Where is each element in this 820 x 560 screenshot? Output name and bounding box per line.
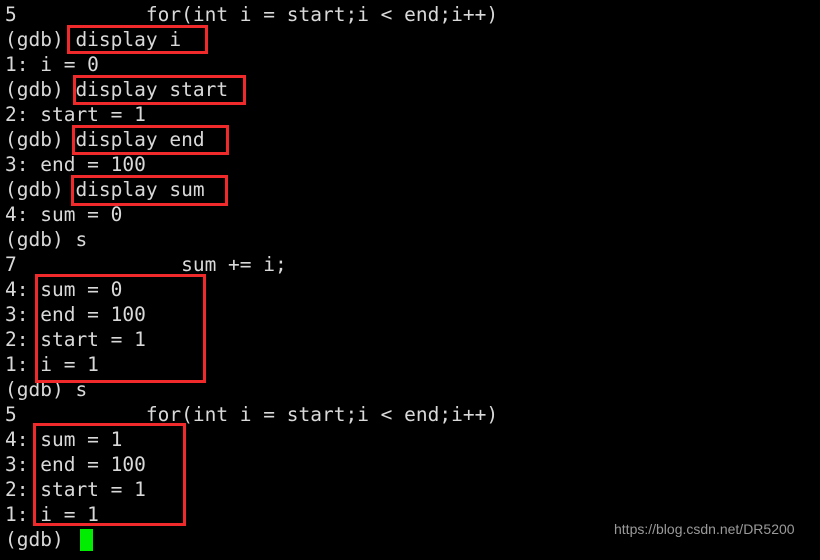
- terminal-line: 1: i = 0: [5, 53, 99, 76]
- terminal-line: 4: sum = 1: [5, 428, 123, 451]
- terminal-line: 5 for(int i = start;i < end;i++): [5, 3, 499, 26]
- terminal-line: 7 sum += i;: [5, 253, 287, 276]
- terminal-line: 3: end = 100: [5, 453, 146, 476]
- text-cursor: [80, 529, 93, 551]
- terminal-line: (gdb) s: [5, 378, 88, 401]
- terminal-line: 4: sum = 0: [5, 203, 123, 226]
- terminal-output[interactable]: 5 for(int i = start;i < end;i++) (gdb) di…: [0, 0, 820, 560]
- terminal-line: 2: start = 1: [5, 103, 146, 126]
- terminal-line: (gdb) display i: [5, 28, 182, 51]
- terminal-line: 3: end = 100: [5, 303, 146, 326]
- terminal-line: (gdb) s: [5, 228, 88, 251]
- terminal-line: 5 for(int i = start;i < end;i++): [5, 403, 499, 426]
- terminal-line: 4: sum = 0: [5, 278, 123, 301]
- terminal-line: (gdb) display end: [5, 128, 205, 151]
- terminal-line: 2: start = 1: [5, 478, 146, 501]
- terminal-line: 1: i = 1: [5, 353, 99, 376]
- terminal-line: 3: end = 100: [5, 153, 146, 176]
- terminal-line: 1: i = 1: [5, 503, 99, 526]
- terminal-line: 2: start = 1: [5, 328, 146, 351]
- terminal-screen: 5 for(int i = start;i < end;i++) (gdb) di…: [0, 0, 820, 560]
- terminal-line: (gdb) display sum: [5, 178, 205, 201]
- terminal-line: (gdb) display start: [5, 78, 229, 101]
- terminal-line: (gdb): [5, 528, 64, 551]
- watermark-text: https://blog.csdn.net/DR5200: [614, 521, 795, 537]
